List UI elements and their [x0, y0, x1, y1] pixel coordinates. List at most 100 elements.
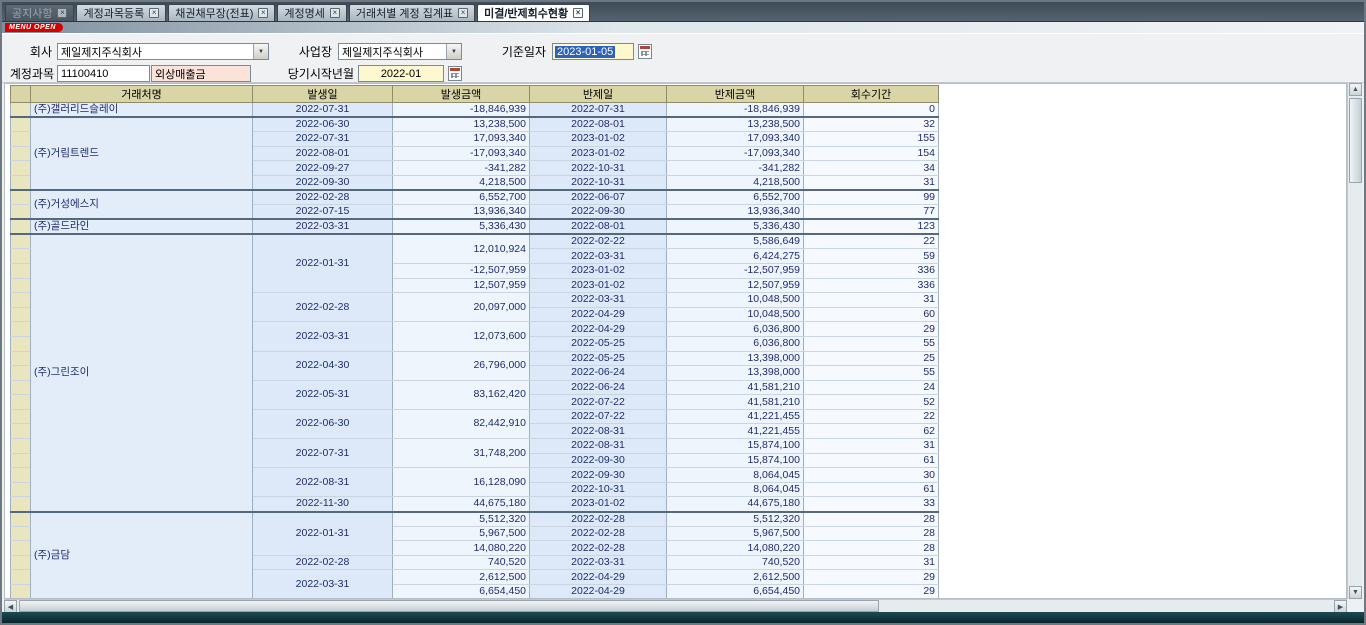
cell-samt[interactable]: 15,874,100 — [667, 453, 804, 468]
bizplace-select[interactable]: 제일제지주식회사 ▼ — [338, 43, 462, 60]
cell-oamt[interactable]: 5,967,500 — [393, 526, 530, 541]
cell-samt[interactable]: 12,507,959 — [667, 278, 804, 293]
cell-oamt[interactable]: 82,442,910 — [393, 409, 530, 438]
row-selector[interactable] — [11, 395, 31, 410]
row-selector[interactable] — [11, 512, 31, 527]
menu-open-button[interactable]: MENU OPEN — [5, 23, 63, 32]
row-selector[interactable] — [11, 234, 31, 249]
cell-period[interactable]: 31 — [804, 555, 939, 570]
cell-oamt[interactable]: 12,010,924 — [393, 234, 530, 263]
row-selector[interactable] — [11, 424, 31, 439]
cell-oamt[interactable]: 13,936,340 — [393, 205, 530, 220]
row-selector[interactable] — [11, 190, 31, 205]
cell-period[interactable]: 34 — [804, 161, 939, 176]
cell-oamt[interactable]: -12,507,959 — [393, 263, 530, 278]
cell-period[interactable]: 22 — [804, 409, 939, 424]
row-selector[interactable] — [11, 453, 31, 468]
cell-samt[interactable]: 5,336,430 — [667, 219, 804, 234]
cell-sdate[interactable]: 2022-08-01 — [530, 117, 667, 132]
cell-sdate[interactable]: 2022-04-29 — [530, 585, 667, 600]
cell-oamt[interactable]: -17,093,340 — [393, 146, 530, 161]
row-selector[interactable] — [11, 219, 31, 234]
cell-samt[interactable]: 41,221,455 — [667, 424, 804, 439]
cell-period[interactable]: 61 — [804, 482, 939, 497]
cell-oamt[interactable]: 31,748,200 — [393, 439, 530, 468]
cell-oamt[interactable]: 17,093,340 — [393, 132, 530, 147]
account-code-input[interactable]: 11100410 — [57, 65, 150, 82]
cell-odate[interactable]: 2022-09-30 — [253, 175, 393, 190]
cell-sdate[interactable]: 2022-07-22 — [530, 409, 667, 424]
row-selector[interactable] — [11, 103, 31, 118]
cell-sdate[interactable]: 2023-01-02 — [530, 146, 667, 161]
cell-odate[interactable]: 2022-01-31 — [253, 234, 393, 292]
cell-samt[interactable]: 6,654,450 — [667, 585, 804, 600]
row-selector[interactable] — [11, 555, 31, 570]
grid-col-header-5[interactable]: 반제금액 — [667, 86, 804, 103]
cell-oamt[interactable]: 4,218,500 — [393, 175, 530, 190]
cell-samt[interactable]: 8,064,045 — [667, 482, 804, 497]
row-selector[interactable] — [11, 497, 31, 512]
cell-odate[interactable]: 2022-08-01 — [253, 146, 393, 161]
cell-oamt[interactable]: 2,612,500 — [393, 570, 530, 585]
cell-sdate[interactable]: 2022-08-31 — [530, 424, 667, 439]
cell-oamt[interactable]: -18,846,939 — [393, 103, 530, 118]
cell-sdate[interactable]: 2022-07-22 — [530, 395, 667, 410]
row-selector[interactable] — [11, 541, 31, 556]
cell-samt[interactable]: 6,036,800 — [667, 322, 804, 337]
row-selector[interactable] — [11, 439, 31, 454]
cell-oamt[interactable]: 14,080,220 — [393, 541, 530, 556]
cell-cust[interactable]: (주)금담 — [31, 512, 253, 599]
cell-odate[interactable]: 2022-02-28 — [253, 555, 393, 570]
cell-sdate[interactable]: 2022-02-22 — [530, 234, 667, 249]
row-selector[interactable] — [11, 570, 31, 585]
cell-samt[interactable]: 5,967,500 — [667, 526, 804, 541]
cell-samt[interactable]: 5,512,320 — [667, 512, 804, 527]
cell-oamt[interactable]: 12,507,959 — [393, 278, 530, 293]
cell-odate[interactable]: 2022-07-15 — [253, 205, 393, 220]
row-selector[interactable] — [11, 468, 31, 483]
row-selector[interactable] — [11, 146, 31, 161]
grid-col-header-2[interactable]: 발생일 — [253, 86, 393, 103]
cell-period[interactable]: 30 — [804, 468, 939, 483]
tab-close-icon[interactable]: × — [57, 8, 67, 18]
cell-samt[interactable]: 13,398,000 — [667, 351, 804, 366]
cell-samt[interactable]: 740,520 — [667, 555, 804, 570]
grid-select-all[interactable] — [11, 86, 31, 103]
cell-oamt[interactable]: 13,238,500 — [393, 117, 530, 132]
cell-period[interactable]: 55 — [804, 336, 939, 351]
cell-sdate[interactable]: 2022-09-30 — [530, 205, 667, 220]
cell-odate[interactable]: 2022-11-30 — [253, 497, 393, 512]
cell-samt[interactable]: 14,080,220 — [667, 541, 804, 556]
row-selector[interactable] — [11, 205, 31, 220]
tab-1[interactable]: 공지사항× — [5, 4, 74, 21]
cell-period[interactable]: 22 — [804, 234, 939, 249]
cell-sdate[interactable]: 2022-04-29 — [530, 307, 667, 322]
cell-odate[interactable]: 2022-01-31 — [253, 512, 393, 556]
cell-odate[interactable]: 2022-06-30 — [253, 409, 393, 438]
cell-oamt[interactable]: 26,796,000 — [393, 351, 530, 380]
cell-sdate[interactable]: 2022-02-28 — [530, 526, 667, 541]
cell-sdate[interactable]: 2022-08-31 — [530, 439, 667, 454]
cell-period[interactable]: 55 — [804, 366, 939, 381]
cell-sdate[interactable]: 2022-03-31 — [530, 249, 667, 264]
cell-samt[interactable]: 13,238,500 — [667, 117, 804, 132]
cell-samt[interactable]: 15,874,100 — [667, 439, 804, 454]
cell-period[interactable]: 0 — [804, 103, 939, 118]
tab-close-icon[interactable]: × — [458, 8, 468, 18]
cell-cust[interactable]: (주)그린조이 — [31, 234, 253, 511]
cell-sdate[interactable]: 2022-06-07 — [530, 190, 667, 205]
cell-cust[interactable]: (주)거림트렌드 — [31, 117, 253, 190]
cell-oamt[interactable]: -341,282 — [393, 161, 530, 176]
row-selector[interactable] — [11, 161, 31, 176]
cell-period[interactable]: 52 — [804, 395, 939, 410]
cell-sdate[interactable]: 2022-10-31 — [530, 175, 667, 190]
cell-sdate[interactable]: 2022-02-28 — [530, 512, 667, 527]
cell-odate[interactable]: 2022-06-30 — [253, 117, 393, 132]
row-selector[interactable] — [11, 366, 31, 381]
cell-sdate[interactable]: 2022-10-31 — [530, 161, 667, 176]
tab-2[interactable]: 계정과목등록× — [76, 4, 166, 21]
cell-odate[interactable]: 2022-07-31 — [253, 132, 393, 147]
grid-col-header-4[interactable]: 반제일 — [530, 86, 667, 103]
cell-cust[interactable]: (주)갤러리드슬레이 — [31, 103, 253, 118]
cell-sdate[interactable]: 2022-05-25 — [530, 336, 667, 351]
